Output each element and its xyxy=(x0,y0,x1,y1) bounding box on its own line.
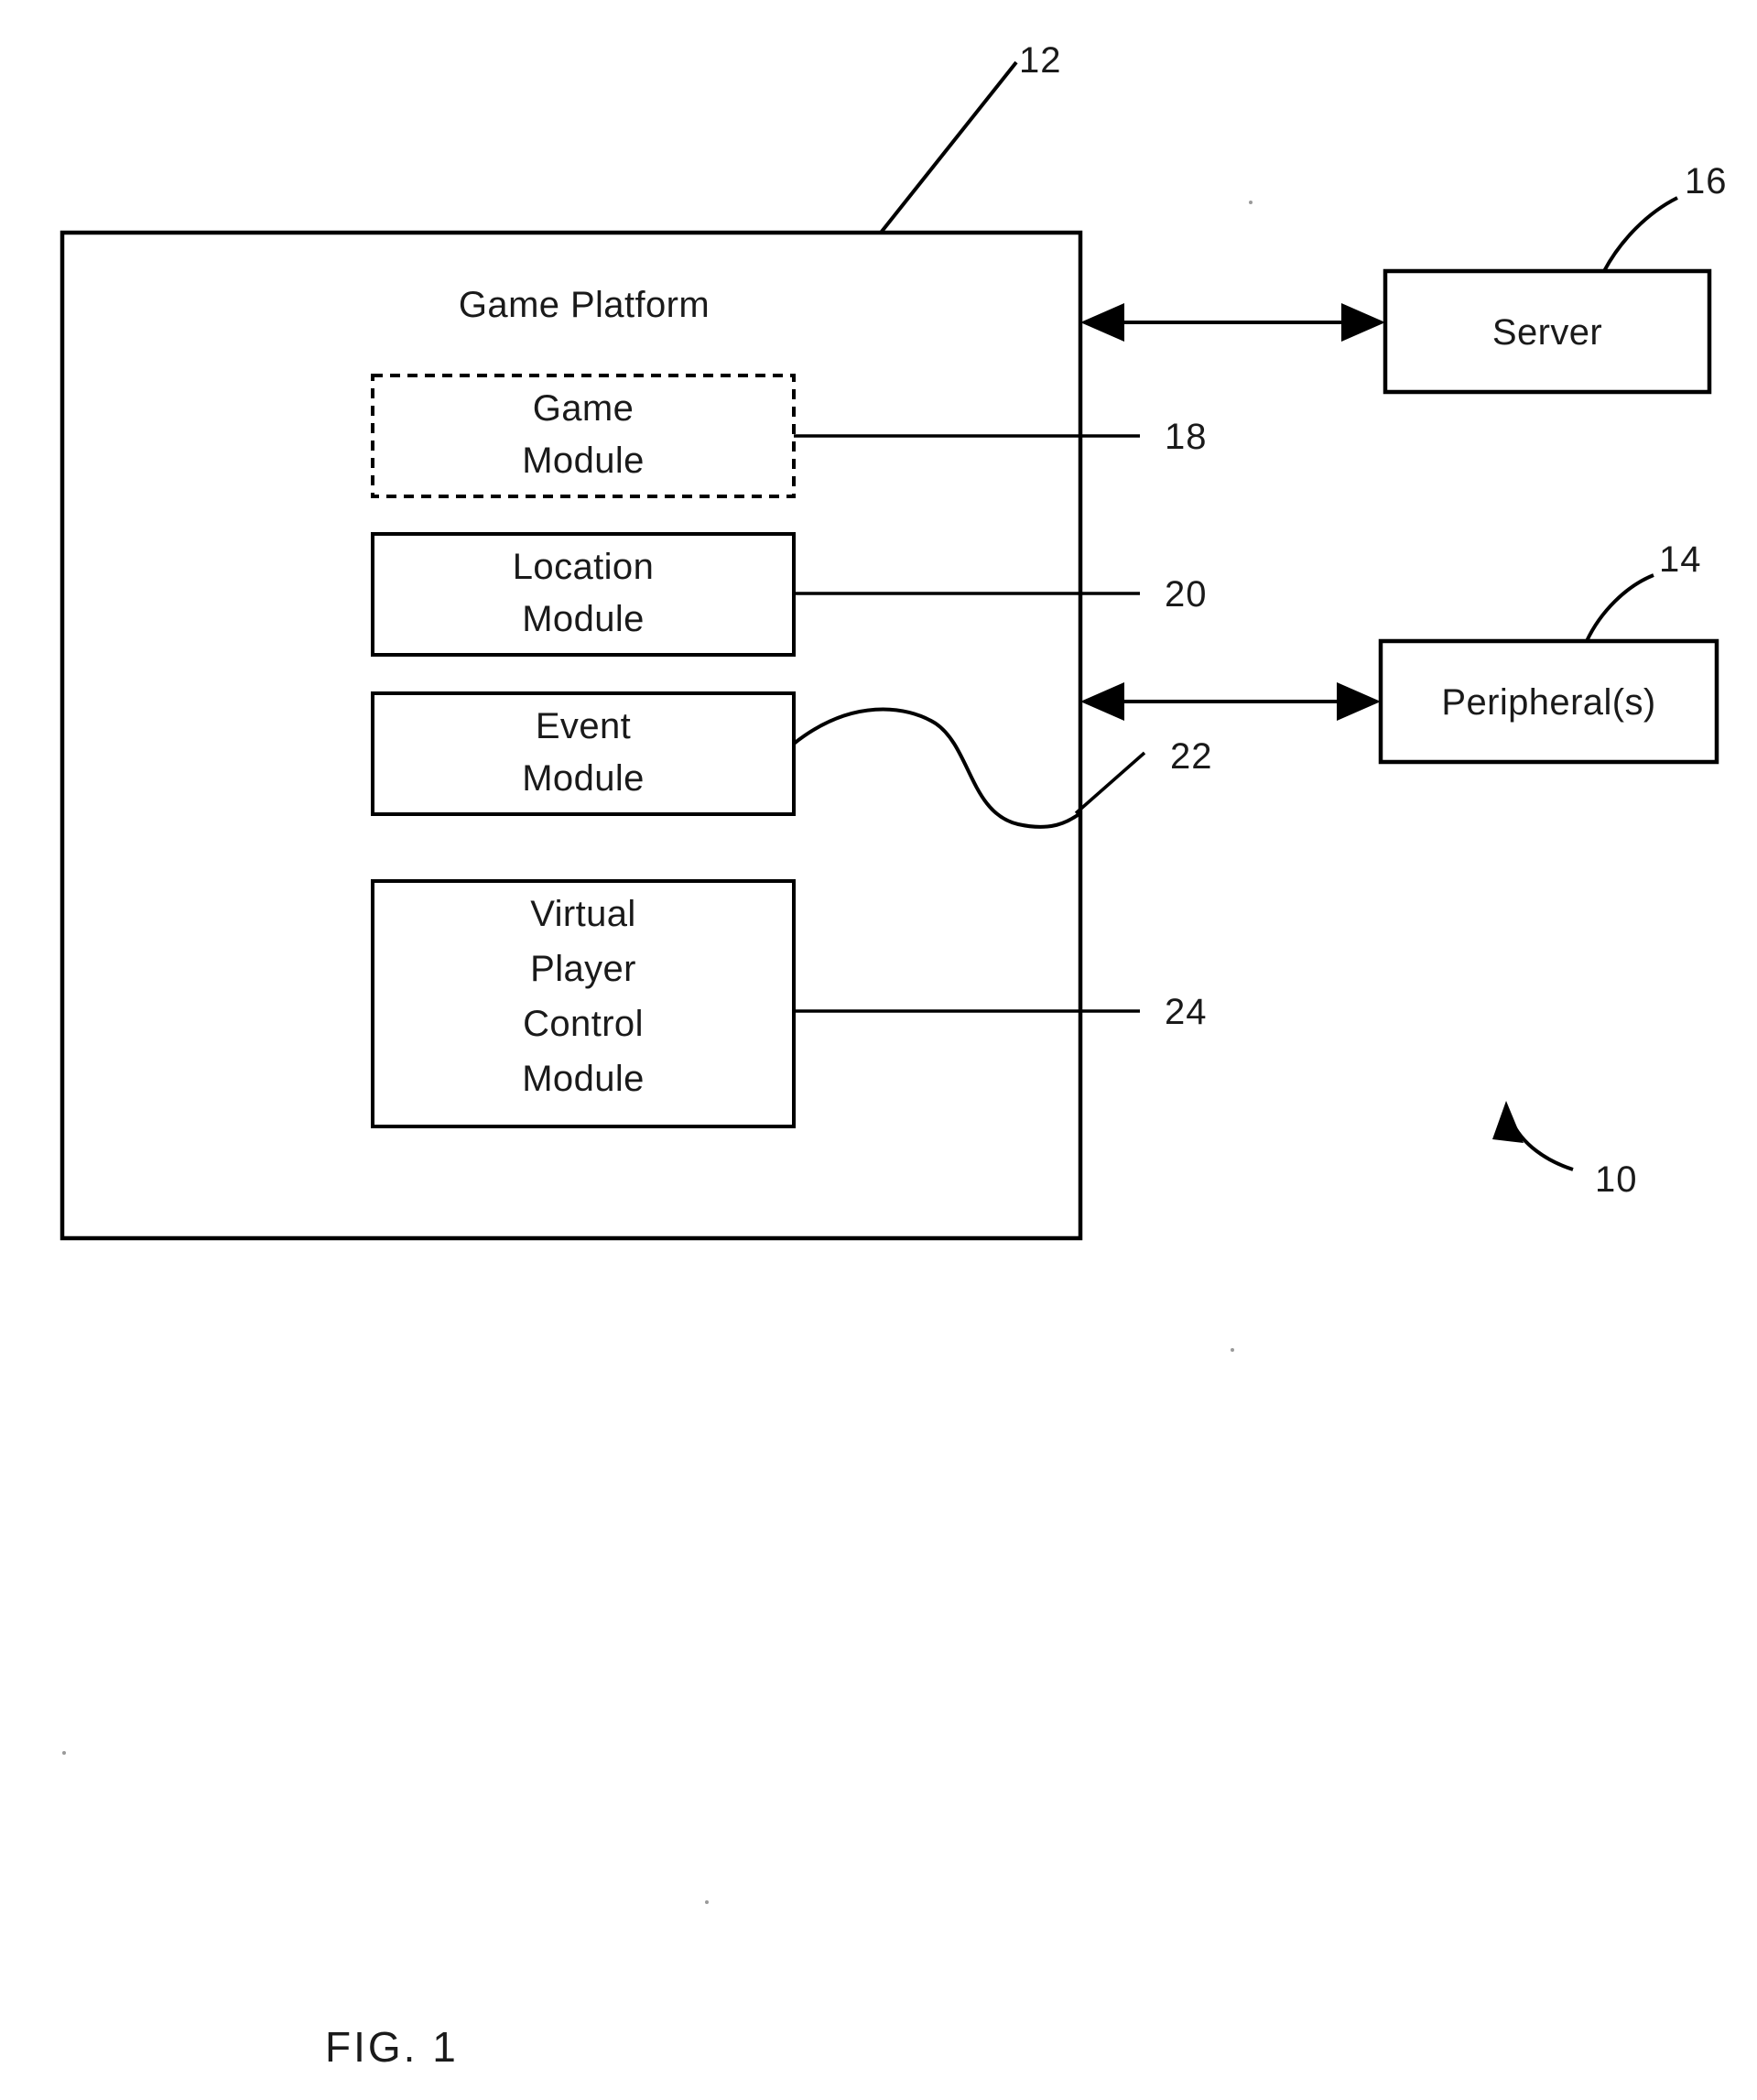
reference-numeral-14: 14 xyxy=(1659,539,1702,580)
vpc-module-label-line1: Virtual xyxy=(530,894,636,934)
arrowhead-left-peripherals-link xyxy=(1080,682,1124,721)
reference-numeral-20: 20 xyxy=(1165,574,1208,615)
server-label: Server xyxy=(1491,312,1603,353)
patent-figure: Game Platform Game Module Location Modul… xyxy=(0,0,1757,2100)
scan-speck xyxy=(1231,1348,1234,1352)
leader-line-14 xyxy=(1585,573,1654,642)
scan-speck xyxy=(705,1900,709,1904)
scan-speck xyxy=(1249,201,1253,204)
vpc-module-label-line4: Module xyxy=(522,1059,645,1099)
figure-caption: FIG. 1 xyxy=(325,2023,459,2071)
game-module-label-line2: Module xyxy=(522,441,645,481)
arrowhead-system-10 xyxy=(1492,1101,1524,1143)
leader-line-22 xyxy=(1074,751,1146,815)
reference-numeral-24: 24 xyxy=(1165,992,1208,1032)
reference-numeral-18: 18 xyxy=(1165,417,1208,457)
arrowhead-right-peripherals-link xyxy=(1337,682,1381,721)
location-module-label-line1: Location xyxy=(512,547,655,587)
arrowhead-left-server-link xyxy=(1080,303,1124,342)
vpc-module-label-line3: Control xyxy=(523,1004,644,1044)
game-module-label-line1: Game xyxy=(532,388,634,429)
reference-numeral-10: 10 xyxy=(1595,1159,1638,1200)
leader-line-16 xyxy=(1602,196,1678,272)
vpc-module-label-line2: Player xyxy=(530,949,636,989)
event-module-label-line1: Event xyxy=(535,706,632,746)
leader-line-10 xyxy=(1509,1118,1574,1171)
leader-line-12 xyxy=(879,60,1018,234)
reference-numeral-12: 12 xyxy=(1019,40,1062,81)
peripherals-label: Peripheral(s) xyxy=(1441,682,1656,723)
event-module-label-line2: Module xyxy=(522,758,645,799)
arrowhead-right-server-link xyxy=(1341,303,1385,342)
reference-numeral-16: 16 xyxy=(1685,161,1728,201)
location-module-label-line2: Module xyxy=(522,599,645,639)
reference-numeral-22: 22 xyxy=(1170,736,1213,777)
scan-speck xyxy=(62,1751,66,1755)
platform-title: Game Platform xyxy=(458,285,710,325)
